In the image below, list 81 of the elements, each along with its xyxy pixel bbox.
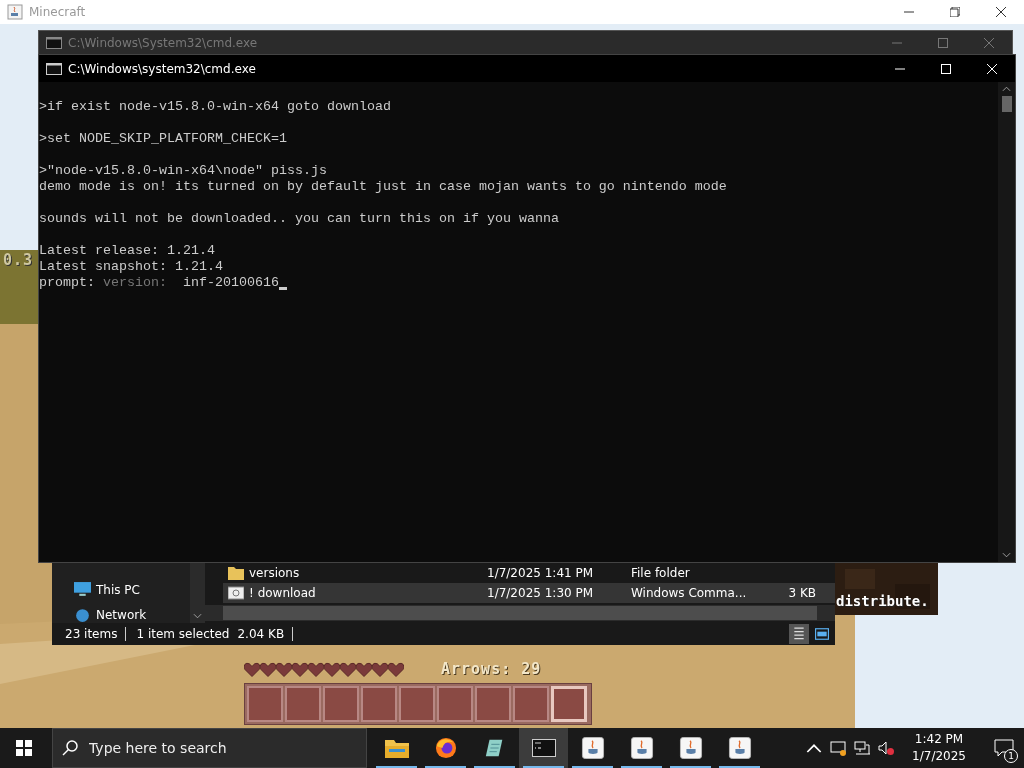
status-text: 23 items [65, 627, 127, 641]
console-line: Latest snapshot: 1.21.4 [39, 259, 224, 275]
java-cup-icon [678, 737, 703, 759]
hotbar-slot[interactable] [285, 686, 321, 722]
console-line: sounds will not be downloaded.. you can turn this on if you wanna [39, 211, 560, 227]
clock[interactable]: 1:42 PM 1/7/2025 [912, 731, 966, 765]
file-row[interactable]: ! download 1/7/2025 1:30 PM Windows Comma... 3 KB [223, 583, 835, 603]
file-size: 3 KB [788, 586, 816, 600]
window-title: C:\Windows\system32\cmd.exe [68, 61, 256, 76]
chevron-down-icon [1002, 552, 1011, 558]
close-icon [984, 38, 994, 48]
hotbar-slot[interactable] [323, 686, 359, 722]
close-icon [996, 7, 1006, 17]
prompt-label: prompt: [39, 275, 95, 291]
nav-item[interactable]: This PC [52, 582, 190, 598]
scrollbar[interactable] [998, 82, 1015, 562]
maximize-icon [938, 38, 948, 48]
window-title: C:\Windows\System32\cmd.exe [68, 36, 258, 50]
java-cup-icon [629, 737, 654, 759]
hotbar-slot[interactable] [513, 686, 549, 722]
close-icon [987, 63, 997, 74]
console-line: demo mode is on! its turned on by default just in case mojan wants to go nintendo mode [39, 179, 728, 195]
status-text: 1 item selected [136, 627, 231, 641]
restore-icon [950, 7, 960, 17]
hotbar-slot[interactable] [437, 686, 473, 722]
search-icon [62, 740, 78, 756]
taskbar-app-button[interactable] [519, 728, 568, 768]
hud-text: distribute. [836, 592, 929, 610]
input-field[interactable]: inf-20100616 [183, 275, 279, 291]
nav-item[interactable]: Network [52, 607, 190, 623]
notification-count: 1 [1004, 749, 1018, 763]
file-name: versions [249, 566, 300, 580]
monitor-icon [74, 582, 91, 598]
monitor-update-icon[interactable] [830, 740, 847, 756]
file-type: Windows Comma... [631, 586, 748, 600]
console-line: Latest release: 1.21.4 [39, 243, 216, 259]
scroll-thumb[interactable] [1001, 96, 1012, 112]
java-cup-icon [727, 737, 752, 759]
console-line: >set NODE_SKIP_PLATFORM_CHECK=1 [39, 131, 288, 147]
message-icon [994, 739, 1014, 757]
search-field[interactable]: Type here to search [52, 728, 367, 768]
console-line: >if exist node-v15.8.0-win-x64 goto download [39, 99, 392, 115]
notification-button[interactable]: 1 [984, 728, 1024, 768]
hotbar-slot[interactable] [399, 686, 435, 722]
list-icon [792, 627, 806, 641]
file-date: 1/7/2025 1:41 PM [487, 566, 595, 580]
file-type: File folder [631, 566, 691, 580]
details-view-button[interactable] [789, 624, 809, 644]
hotbar-slot[interactable] [361, 686, 397, 722]
terminal-icon [531, 737, 556, 759]
hotbar-slot[interactable] [475, 686, 511, 722]
console-line: >"node-v15.8.0-win-x64\node" piss.js [39, 163, 328, 179]
status-text: 2.04 KB [237, 627, 294, 641]
script-file-icon [228, 586, 244, 600]
windows-logo-icon [16, 740, 32, 756]
prompt-field-label: version: [103, 275, 167, 291]
window-title: Minecraft [29, 5, 86, 19]
maximize-icon [941, 63, 951, 74]
file-name: ! download [249, 586, 316, 600]
folder-icon [384, 737, 409, 759]
arrow-count: Arrows: 29 [441, 660, 542, 678]
terminal-icon [46, 35, 62, 51]
chevron-up-icon [1002, 86, 1011, 92]
terminal-icon [46, 60, 62, 77]
file-row[interactable]: versions 1/7/2025 1:41 PM File folder [223, 563, 835, 583]
text-cursor [279, 287, 287, 290]
chevron-down-icon [193, 613, 202, 619]
volume-muted-icon[interactable] [878, 740, 895, 756]
hotbar-slot[interactable] [551, 686, 587, 722]
hotbar-slot[interactable] [247, 686, 283, 722]
globe-icon [74, 607, 91, 623]
file-date: 1/7/2025 1:30 PM [487, 586, 595, 600]
browser-icon [433, 737, 458, 759]
folder-icon [228, 566, 244, 580]
java-cup-icon [7, 4, 23, 20]
scrollbar[interactable] [190, 563, 205, 623]
network-icon[interactable] [854, 740, 871, 756]
scrollbar[interactable] [205, 605, 835, 621]
tiles-icon [815, 627, 829, 641]
java-cup-icon [580, 737, 605, 759]
hud-text: 0.3 [3, 251, 34, 269]
